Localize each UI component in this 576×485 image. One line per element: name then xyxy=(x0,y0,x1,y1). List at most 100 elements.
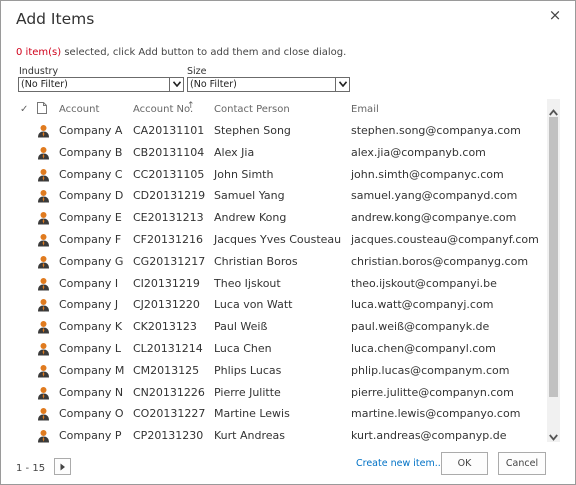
cell-email: martine.lewis@companyo.com xyxy=(351,407,521,421)
cell-contact-person: Martine Lewis xyxy=(214,407,290,421)
table-row[interactable]: Company P CP20131230 Kurt Andreas kurt.andr… xyxy=(16,425,547,447)
chevron-down-icon[interactable] xyxy=(335,78,349,91)
chevron-down-icon[interactable] xyxy=(169,78,183,91)
table-row[interactable]: Company D CD20131219 Samuel Yang samuel.yan… xyxy=(16,185,547,207)
cell-email: alex.jia@companyb.com xyxy=(351,145,486,159)
table-row[interactable]: Company I CI20131219 Theo Ijskout theo.ijsk… xyxy=(16,273,547,295)
cell-contact-person: Pierre Julitte xyxy=(214,385,281,399)
cell-account-no: CK2013123 xyxy=(133,320,197,334)
table-row[interactable]: Company L CL20131214 Luca Chen luca.chen@co… xyxy=(16,338,547,360)
cell-account-no: CM2013125 xyxy=(133,363,200,377)
cell-contact-person: Phlips Lucas xyxy=(214,363,282,377)
size-filter-select[interactable]: (No Filter) xyxy=(187,77,350,92)
column-header-email[interactable]: Email xyxy=(351,104,379,115)
person-icon xyxy=(37,255,50,269)
person-icon xyxy=(37,407,50,421)
selected-count: 0 item(s) xyxy=(16,47,62,58)
ok-button[interactable]: OK xyxy=(441,452,488,475)
cell-account-no: CD20131219 xyxy=(133,189,206,203)
items-grid: ✓ Account Account No. ↑ Contact Person E… xyxy=(16,99,547,447)
person-icon xyxy=(37,429,50,443)
selection-message: selected, click Add button to add them a… xyxy=(61,47,347,58)
dialog-title: Add Items xyxy=(16,10,95,28)
cell-contact-person: Samuel Yang xyxy=(214,189,285,203)
person-icon xyxy=(37,298,50,312)
cell-account-no: CB20131104 xyxy=(133,145,205,159)
cell-account: Company G xyxy=(59,254,124,268)
create-new-item-link[interactable]: Create new item... xyxy=(356,458,444,469)
scrollbar-thumb[interactable] xyxy=(549,117,558,397)
cell-email: stephen.song@companya.com xyxy=(351,124,521,137)
cell-account-no: CF20131216 xyxy=(133,233,203,246)
cell-account-no: CE20131213 xyxy=(133,211,204,225)
table-row[interactable]: Company K CK2013123 Paul Weiß paul.weiß@com… xyxy=(16,316,547,338)
cell-contact-person: Andrew Kong xyxy=(214,211,287,225)
cell-account: Company J xyxy=(59,298,119,312)
person-icon xyxy=(37,146,50,160)
next-page-button[interactable] xyxy=(54,458,71,475)
table-row[interactable]: Company B CB20131104 Alex Jia alex.jia@comp… xyxy=(16,142,547,164)
person-icon xyxy=(37,364,50,378)
cell-contact-person: Luca von Watt xyxy=(214,298,293,312)
cell-email: phlip.lucas@companym.com xyxy=(351,363,510,377)
table-row[interactable]: Company F CF20131216 Jacques Yves Cousteau… xyxy=(16,229,547,251)
person-icon xyxy=(37,320,50,334)
table-row[interactable]: Company N CN20131226 Pierre Julitte pierre.… xyxy=(16,382,547,404)
cell-account: Company C xyxy=(59,167,123,181)
table-row[interactable]: Company O CO20131227 Martine Lewis martine.… xyxy=(16,403,547,425)
cell-account: Company F xyxy=(59,233,122,246)
cell-account: Company P xyxy=(59,429,122,443)
cell-email: christian.boros@companyg.com xyxy=(351,254,529,268)
select-all-checkmark-icon[interactable]: ✓ xyxy=(20,104,28,115)
cell-contact-person: Alex Jia xyxy=(214,145,255,159)
cell-email: jacques.cousteau@companyf.com xyxy=(351,233,539,246)
industry-filter-select[interactable]: (No Filter) xyxy=(18,77,184,92)
cell-account: Company M xyxy=(59,363,125,377)
column-header-account-no[interactable]: Account No. xyxy=(133,104,193,115)
table-row[interactable]: Company G CG20131217 Christian Boros christ… xyxy=(16,251,547,273)
column-header-contact-person[interactable]: Contact Person xyxy=(214,104,290,115)
person-icon xyxy=(37,211,50,225)
person-icon xyxy=(37,386,50,400)
cell-email: andrew.kong@companye.com xyxy=(351,211,517,225)
column-header-account[interactable]: Account xyxy=(59,104,99,115)
scroll-up-icon[interactable] xyxy=(547,101,560,116)
table-row[interactable]: Company M CM2013125 Phlips Lucas phlip.luca… xyxy=(16,360,547,382)
cell-account-no: CC20131105 xyxy=(133,167,205,181)
person-icon xyxy=(37,168,50,182)
table-row[interactable]: Company C CC20131105 John Simth john.simth@… xyxy=(16,164,547,186)
cell-account: Company N xyxy=(59,385,124,399)
cell-email: pierre.julitte@companyn.com xyxy=(351,385,514,399)
sort-ascending-icon: ↑ xyxy=(187,101,195,111)
cell-contact-person: Christian Boros xyxy=(214,254,298,268)
cell-account: Company K xyxy=(59,320,123,334)
cell-account-no: CI20131219 xyxy=(133,276,200,290)
industry-filter-label: Industry xyxy=(19,66,59,77)
table-row[interactable]: Company A CA20131101 Stephen Song stephen.s… xyxy=(16,120,547,142)
vertical-scrollbar[interactable] xyxy=(547,99,560,442)
cancel-button[interactable]: Cancel xyxy=(498,452,546,475)
cell-contact-person: Kurt Andreas xyxy=(214,429,285,443)
selection-status: 0 item(s) selected, click Add button to … xyxy=(16,47,346,58)
close-icon[interactable]: × xyxy=(547,7,563,23)
cell-email: paul.weiß@companyk.de xyxy=(351,320,490,334)
cell-email: john.simth@companyc.com xyxy=(351,167,504,181)
person-icon xyxy=(37,189,50,203)
cell-account-no: CL20131214 xyxy=(133,342,203,355)
industry-filter-value: (No Filter) xyxy=(21,79,68,90)
cell-email: kurt.andreas@companyp.de xyxy=(351,429,507,443)
person-icon xyxy=(37,233,50,247)
cell-contact-person: Stephen Song xyxy=(214,124,291,137)
table-row[interactable]: Company E CE20131213 Andrew Kong andrew.kon… xyxy=(16,207,547,229)
cell-account: Company L xyxy=(59,342,121,355)
table-row[interactable]: Company J CJ20131220 Luca von Watt luca.wat… xyxy=(16,294,547,316)
scroll-down-icon[interactable] xyxy=(547,426,560,441)
cell-email: samuel.yang@companyd.com xyxy=(351,189,518,203)
person-icon xyxy=(37,342,50,356)
cell-contact-person: Jacques Yves Cousteau xyxy=(214,233,342,246)
cell-account-no: CP20131230 xyxy=(133,429,204,443)
cell-email: luca.chen@companyl.com xyxy=(351,342,496,355)
cell-account: Company E xyxy=(59,211,122,225)
cell-account-no: CG20131217 xyxy=(133,254,206,268)
cell-account: Company B xyxy=(59,145,123,159)
